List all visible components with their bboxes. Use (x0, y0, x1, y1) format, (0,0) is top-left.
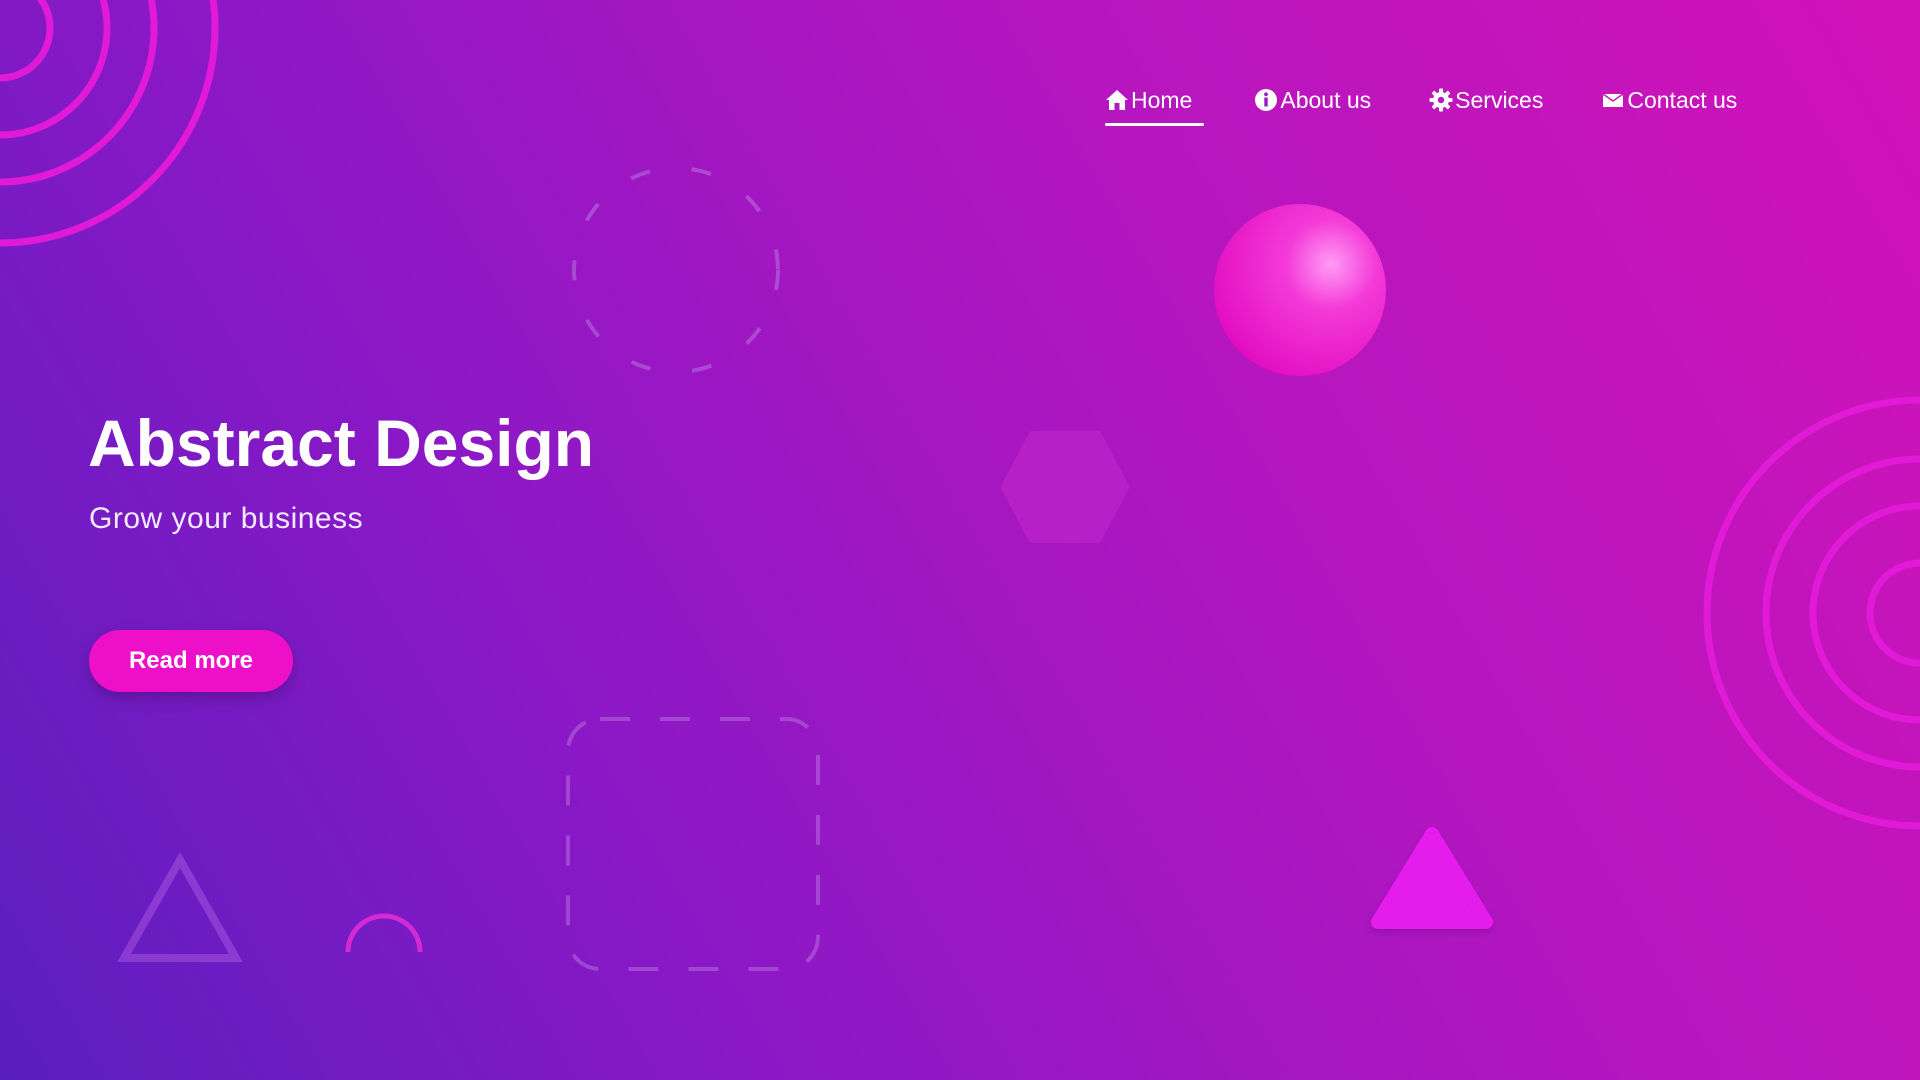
pink-sphere (1214, 204, 1386, 376)
dashed-rounded-square (566, 717, 820, 971)
nav-label-services: Services (1455, 86, 1544, 113)
envelope-icon (1601, 88, 1625, 112)
nav-label-home: Home (1131, 86, 1193, 113)
solid-triangle (1371, 827, 1493, 929)
nav-item-services[interactable]: Services (1429, 80, 1543, 120)
background-decorations (0, 0, 1920, 971)
nav-item-contact[interactable]: Contact us (1601, 80, 1737, 120)
main-navigation: Home About us Services Contact us (1105, 80, 1737, 126)
nav-label-about: About us (1280, 86, 1372, 113)
hero-subtitle: Grow your business (89, 502, 364, 535)
nav-label-contact: Contact us (1627, 86, 1738, 113)
outline-triangle (117, 851, 243, 962)
concentric-rings-top-left (0, 0, 219, 247)
nav-item-about[interactable]: About us (1254, 80, 1371, 120)
small-arc (345, 913, 423, 953)
read-more-button[interactable]: Read more (89, 630, 293, 692)
gear-icon (1429, 88, 1453, 112)
home-icon (1105, 88, 1129, 112)
info-icon (1254, 88, 1278, 112)
hero-title: Abstract Design (88, 406, 595, 480)
concentric-rings-right (1703, 396, 1920, 830)
nav-item-home[interactable]: Home (1105, 80, 1205, 126)
dashed-circle (572, 166, 780, 374)
hexagon-shape (1001, 431, 1129, 543)
